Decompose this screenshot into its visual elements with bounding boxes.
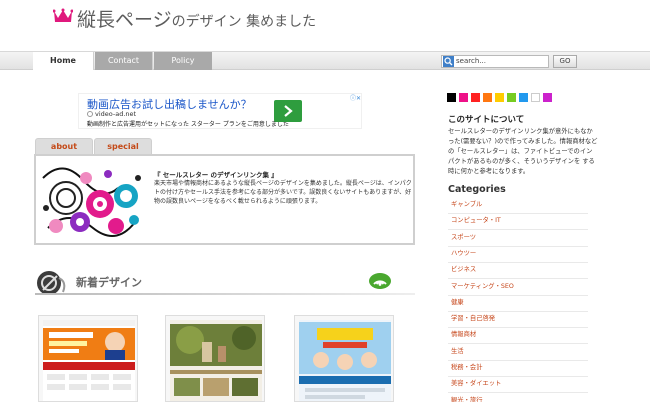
about-text: 楽天市場や情報商材にあるような縦長ページのデザインを集めました。縦長ページは、イ… xyxy=(154,180,412,205)
search-input[interactable] xyxy=(456,56,546,67)
category-link[interactable]: 生活 xyxy=(448,345,588,361)
color-swatch-8[interactable] xyxy=(531,93,540,102)
heading-divider xyxy=(35,293,415,295)
rss-icon[interactable] xyxy=(369,273,391,289)
color-swatch-9[interactable] xyxy=(543,93,552,102)
search-icon xyxy=(443,56,454,67)
sidebar-about-title: このサイトについて xyxy=(448,115,525,125)
site-title-main: 縦長ページ xyxy=(77,9,172,31)
nav-home[interactable]: Home xyxy=(33,52,94,70)
tab-special[interactable]: special xyxy=(94,138,152,154)
color-swatch-1[interactable] xyxy=(447,93,456,102)
color-swatch-4[interactable] xyxy=(483,93,492,102)
design-thumbnail-2[interactable] xyxy=(165,315,265,402)
color-swatches xyxy=(447,93,557,102)
color-swatch-5[interactable] xyxy=(495,93,504,102)
color-swatch-2[interactable] xyxy=(459,93,468,102)
design-thumbnail-1[interactable] xyxy=(38,315,138,402)
crown-icon xyxy=(53,8,73,22)
ad-banner[interactable]: 動画広告お試し出稿しませんか？ video-ad.net 動画制作と広告運用がセ… xyxy=(78,93,362,129)
tab-about[interactable]: about xyxy=(35,138,93,154)
ad-description: 動画制作と広告運用がセットになった スターター プランをご用意しました xyxy=(87,121,289,128)
category-link[interactable]: ハウツー xyxy=(448,247,588,263)
category-link[interactable]: スポーツ xyxy=(448,231,588,247)
new-designs-heading: 新着デザイン xyxy=(76,276,142,289)
category-link[interactable]: 学習・自己啓発 xyxy=(448,312,588,329)
site-title[interactable]: 縦長ページのデザイン 集めました xyxy=(77,5,316,32)
thumbnail-image-1 xyxy=(43,320,135,401)
nav-policy[interactable]: Policy xyxy=(154,52,212,70)
swirl-art-image xyxy=(42,167,141,237)
ad-globe-icon xyxy=(87,111,93,117)
sidebar-about-text: セールスレターのデザインリンク集が意外にもなかった(需要ない？)ので作ってみまし… xyxy=(448,128,598,175)
color-swatch-7[interactable] xyxy=(519,93,528,102)
category-link[interactable]: 美容・ダイエット xyxy=(448,377,588,394)
about-box: 『 セールスレター のデザインリンク集 』 楽天市場や情報商材にあるような縦長ペ… xyxy=(34,154,415,245)
category-link[interactable]: ビジネス xyxy=(448,263,588,280)
category-link[interactable]: 税務・会計 xyxy=(448,361,588,377)
color-swatch-6[interactable] xyxy=(507,93,516,102)
category-link[interactable]: マーケティング・SEO xyxy=(448,280,588,296)
ad-arrow-button[interactable] xyxy=(274,100,302,122)
categories-title: Categories xyxy=(448,184,506,195)
category-link[interactable]: 健康 xyxy=(448,296,588,312)
category-link[interactable]: 情報商材 xyxy=(448,328,588,345)
thumbnail-image-2 xyxy=(170,320,262,401)
thumbnail-image-3 xyxy=(299,320,391,401)
ad-choices-icon[interactable]: ⓘ✕ xyxy=(345,95,361,103)
category-link[interactable]: コンピュータ・IT xyxy=(448,214,588,231)
go-button[interactable]: GO xyxy=(553,55,577,68)
design-thumbnail-3[interactable] xyxy=(294,315,394,402)
about-title: 『 セールスレター のデザインリンク集 』 xyxy=(154,171,278,179)
color-swatch-3[interactable] xyxy=(471,93,480,102)
ad-url[interactable]: video-ad.net xyxy=(87,110,136,118)
site-title-sub: のデザイン 集めました xyxy=(171,14,317,30)
chevron-right-icon xyxy=(284,105,293,117)
category-link[interactable]: 観光・旅行 xyxy=(448,394,588,402)
search-box xyxy=(441,55,549,68)
ad-url-text: video-ad.net xyxy=(95,110,137,118)
nav-contact[interactable]: Contact xyxy=(95,52,153,70)
category-link[interactable]: ギャンブル xyxy=(448,198,588,214)
